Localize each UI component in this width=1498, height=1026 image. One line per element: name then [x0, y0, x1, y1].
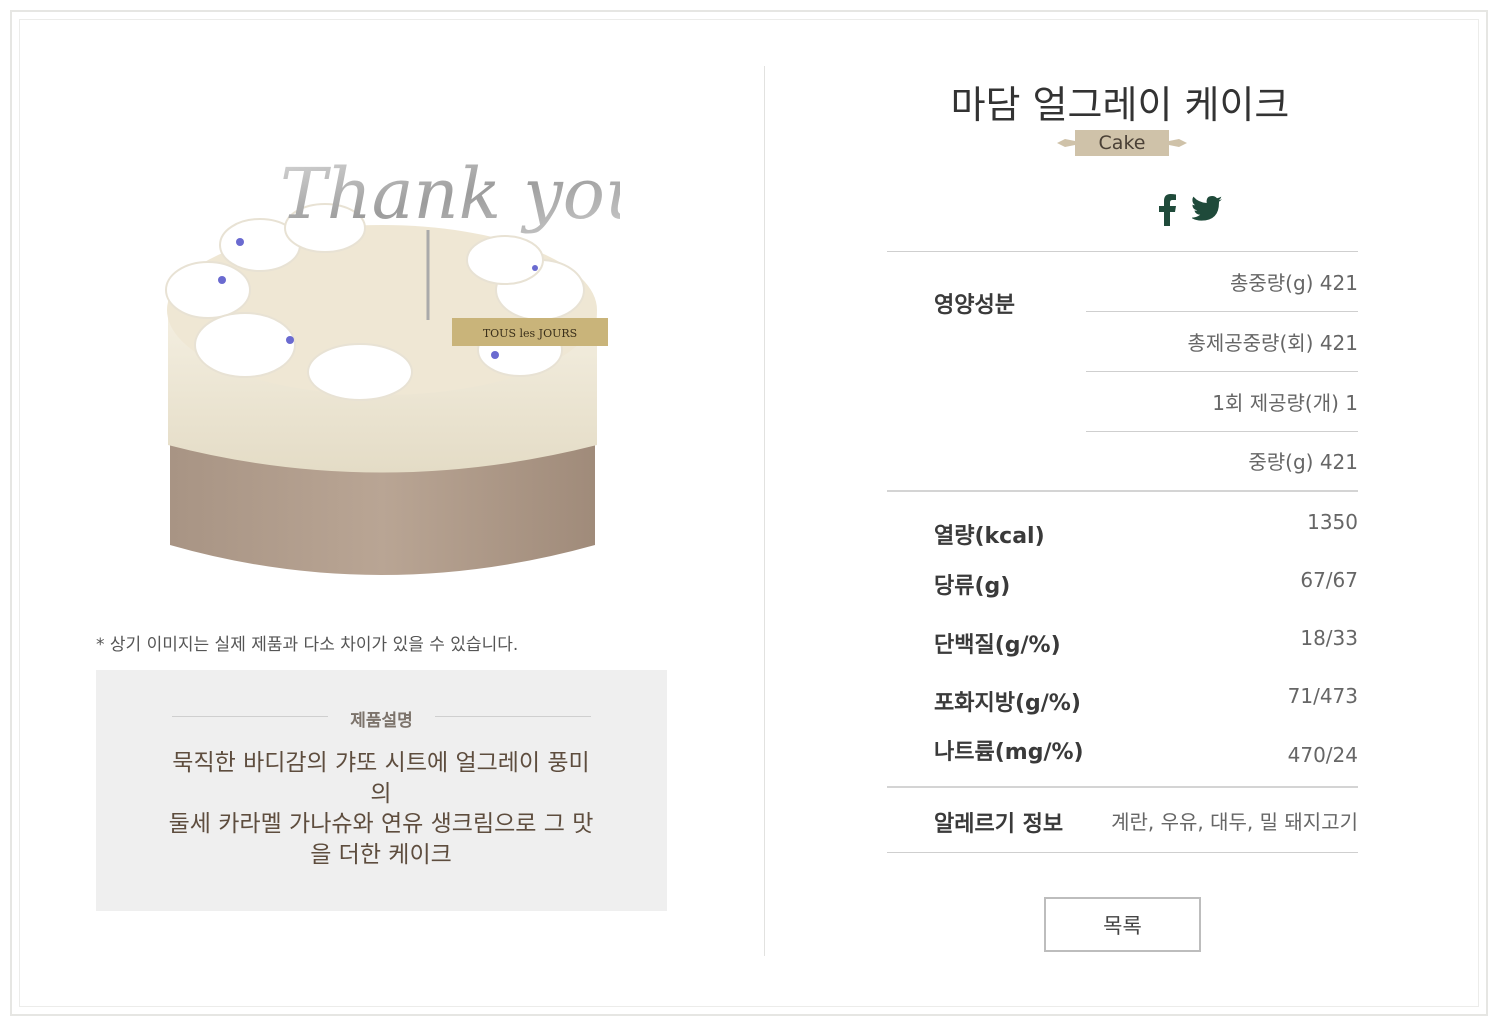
share-links	[1156, 194, 1228, 228]
topper-text: Thank you	[280, 153, 620, 235]
product-title: 마담 얼그레이 케이크	[950, 83, 1290, 127]
fact-sodium-value: 470/24	[1287, 743, 1358, 767]
description-box: 제품설명 묵직한 바디감의 갸또 시트에 얼그레이 풍미 의 둘세 카라멜 가나…	[96, 670, 667, 911]
image-disclaimer: * 상기 이미지는 실제 제품과 다소 차이가 있을 수 있습니다.	[96, 635, 519, 655]
facebook-icon[interactable]	[1156, 194, 1178, 226]
fact-calories-value: 1350	[1307, 510, 1358, 534]
serving-total-supply: 총제공중량(회) 421	[1187, 331, 1358, 355]
fact-protein-label: 단백질(g/%)	[934, 633, 1061, 658]
allergy-label: 알레르기 정보	[934, 812, 1064, 837]
description-line: 둘세 카라멜 가나슈와 연유 생크림으로 그 맛	[168, 811, 594, 837]
table-rule	[1086, 311, 1358, 312]
fact-sugar-value: 67/67	[1300, 568, 1358, 592]
column-divider	[764, 66, 765, 956]
table-rule	[887, 786, 1358, 788]
brand-plaque-text: TOUS les JOURS	[483, 327, 577, 340]
list-button[interactable]: 목록	[1044, 897, 1201, 952]
fact-satfat-label: 포화지방(g/%)	[934, 691, 1081, 716]
category-ribbon: Cake	[1057, 130, 1187, 156]
fact-satfat-value: 71/473	[1287, 684, 1358, 708]
ribbon-end-left	[1057, 139, 1075, 147]
allergy-value: 계란, 우유, 대두, 밀 돼지고기	[1111, 810, 1358, 834]
description-text: 묵직한 바디감의 갸또 시트에 얼그레이 풍미 의 둘세 카라멜 가나슈와 연유…	[162, 748, 600, 870]
ribbon-end-right	[1169, 139, 1187, 147]
serving-per-unit: 1회 제공량(개) 1	[1212, 391, 1358, 415]
nutrition-heading: 영양성분	[934, 293, 1015, 318]
fact-calories-label: 열량(kcal)	[934, 524, 1045, 549]
fact-protein-value: 18/33	[1300, 626, 1358, 650]
serving-total-weight: 총중량(g) 421	[1229, 271, 1358, 295]
twitter-icon[interactable]	[1192, 196, 1222, 222]
description-line: 묵직한 바디감의 갸또 시트에 얼그레이 풍미	[172, 750, 590, 776]
table-rule	[887, 490, 1358, 492]
description-heading-row: 제품설명	[172, 706, 591, 731]
description-line: 을 더한 케이크	[310, 841, 452, 868]
heading-rule-right	[435, 716, 591, 717]
table-rule	[1086, 371, 1358, 372]
table-rule	[887, 852, 1358, 853]
fact-sodium-label: 나트륨(mg/%)	[934, 740, 1084, 765]
serving-weight: 중량(g) 421	[1248, 450, 1358, 474]
description-heading: 제품설명	[350, 711, 413, 731]
table-rule	[887, 251, 1358, 252]
category-label: Cake	[1075, 130, 1169, 156]
table-rule	[1086, 431, 1358, 432]
product-image: Thank you TOUS les JOURS	[165, 153, 620, 575]
fact-sugar-label: 당류(g)	[934, 574, 1011, 599]
description-line: 의	[370, 780, 392, 807]
